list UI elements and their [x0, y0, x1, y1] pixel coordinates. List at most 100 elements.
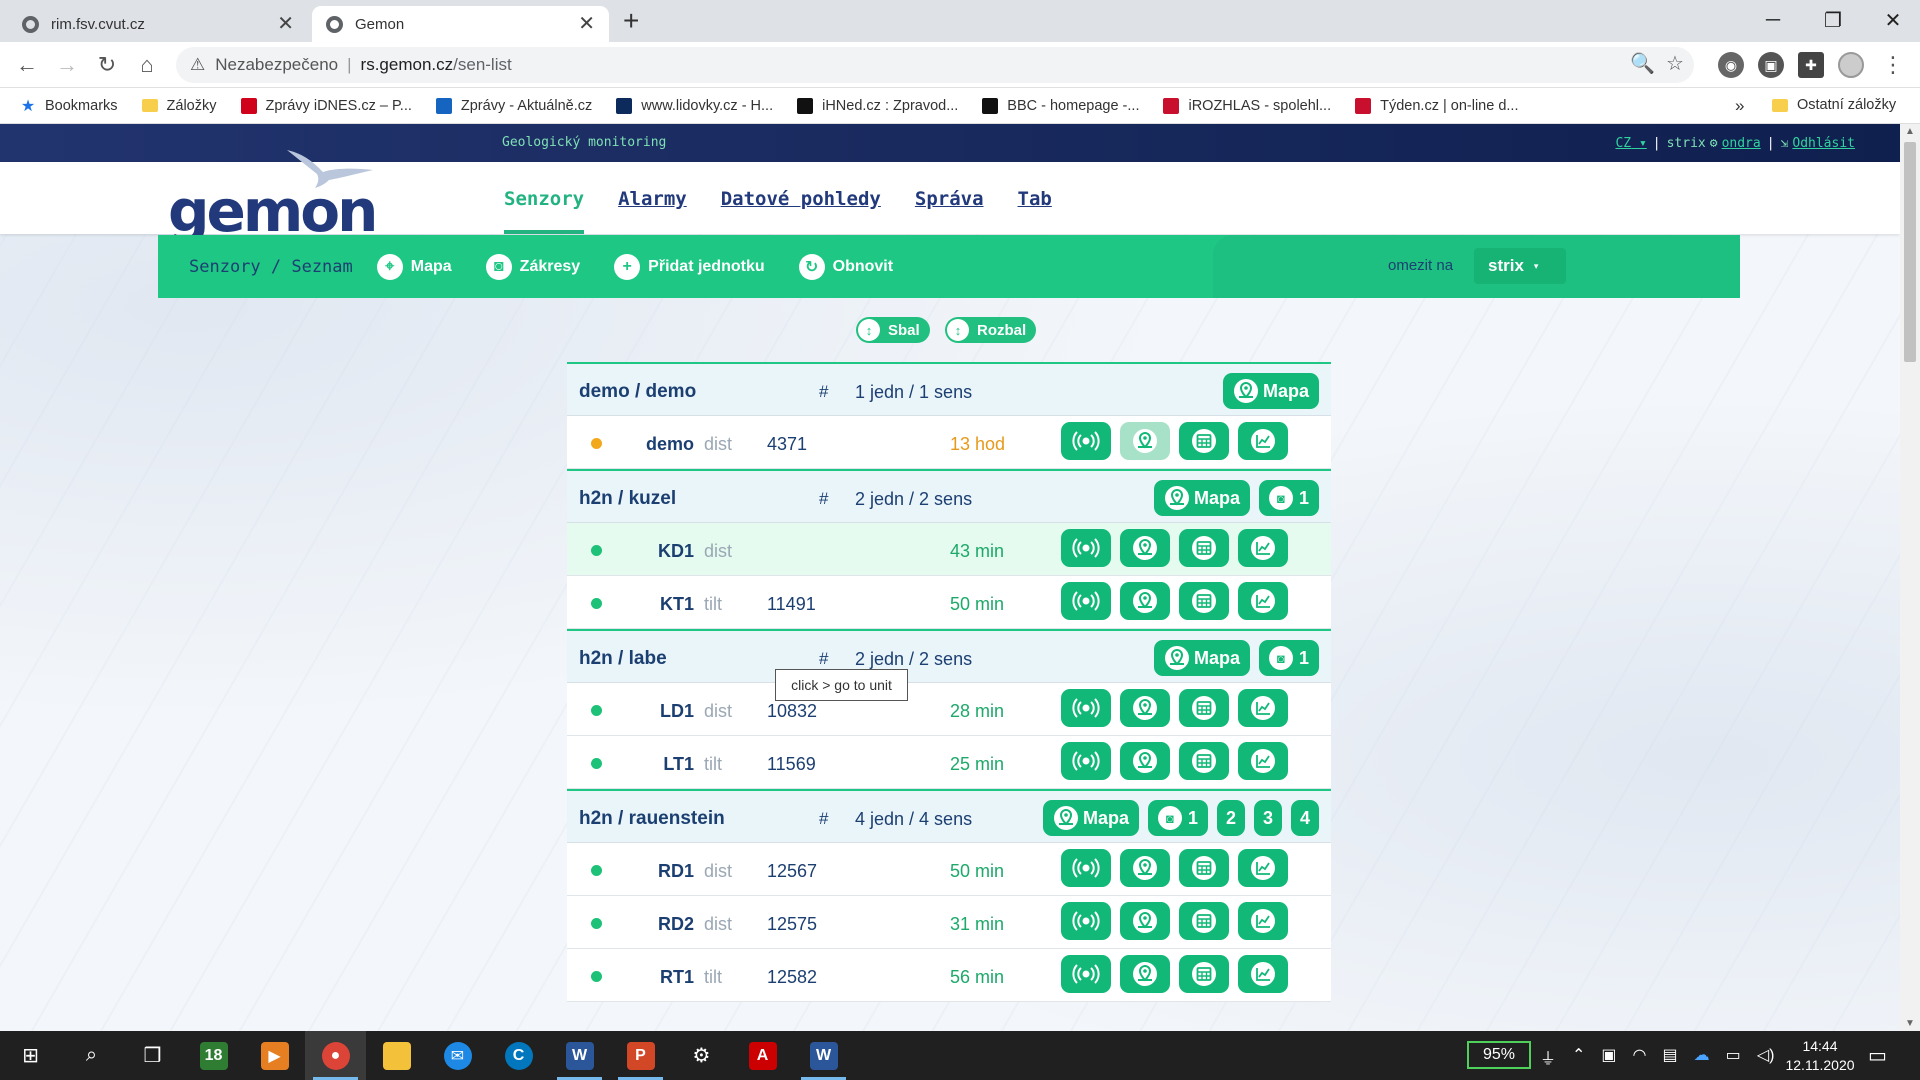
- forward-icon[interactable]: →: [52, 50, 82, 80]
- group-name[interactable]: h2n / labe: [579, 648, 667, 670]
- sensor-detail-button[interactable]: [1061, 902, 1111, 940]
- word-icon[interactable]: W: [549, 1031, 610, 1080]
- unit-name[interactable]: LD1: [660, 701, 694, 722]
- unit-name[interactable]: RT1: [660, 967, 694, 988]
- map-button[interactable]: [1120, 529, 1170, 567]
- chart-button[interactable]: [1238, 902, 1288, 940]
- group-header[interactable]: h2n / labe #2 jedn / 2 sens Mapa ◙ 1: [567, 629, 1331, 683]
- minimize-button[interactable]: ─: [1750, 4, 1796, 36]
- map-button[interactable]: ⌖ Mapa: [375, 252, 464, 282]
- maximize-button[interactable]: ❐: [1810, 4, 1856, 36]
- logout-link[interactable]: Odhlásit: [1792, 136, 1855, 151]
- table-button[interactable]: [1179, 955, 1229, 993]
- clock[interactable]: 14:44 12.11.2020: [1775, 1037, 1865, 1075]
- nav-správa[interactable]: Správa: [915, 162, 984, 234]
- window-close-button[interactable]: ✕: [1870, 4, 1916, 36]
- chart-button[interactable]: [1238, 742, 1288, 780]
- scroll-up-icon[interactable]: ▲: [1900, 126, 1920, 137]
- puzzle-icon[interactable]: ✚: [1798, 52, 1824, 78]
- add-unit-button[interactable]: + Přidat jednotku: [612, 252, 776, 282]
- media-app-icon[interactable]: ▶: [244, 1031, 305, 1080]
- drawing-button[interactable]: ◙ 1: [1258, 640, 1319, 676]
- table-row[interactable]: RT1 tilt 12582 56 min: [567, 949, 1331, 1002]
- unit-name[interactable]: KD1: [658, 541, 694, 562]
- extension-icon[interactable]: ◉: [1718, 52, 1744, 78]
- sensor-detail-button[interactable]: [1061, 689, 1111, 727]
- wifi-icon[interactable]: ◠: [1633, 1045, 1647, 1069]
- battery-indicator[interactable]: 95%: [1467, 1041, 1531, 1069]
- nav-tab[interactable]: Tab: [1018, 162, 1052, 234]
- ccleaner-icon[interactable]: C: [488, 1031, 549, 1080]
- search-icon[interactable]: ⌕: [61, 1031, 122, 1080]
- map-button[interactable]: [1120, 689, 1170, 727]
- drawing-button[interactable]: 2: [1217, 800, 1245, 836]
- task-view-icon[interactable]: ❒: [122, 1031, 183, 1080]
- bookmark-star-icon[interactable]: ☆: [1666, 51, 1684, 76]
- bookmark-item[interactable]: Týden.cz | on-line d...: [1355, 97, 1518, 114]
- zoom-icon[interactable]: 🔍: [1630, 51, 1655, 76]
- nav-alarmy[interactable]: Alarmy: [618, 162, 687, 234]
- security-label[interactable]: Nezabezpečeno: [215, 55, 338, 75]
- table-button[interactable]: [1179, 582, 1229, 620]
- bookmark-item[interactable]: iROZHLAS - spolehl...: [1163, 97, 1331, 114]
- table-button[interactable]: [1179, 902, 1229, 940]
- sensor-detail-button[interactable]: [1061, 582, 1111, 620]
- browser-tab-rim[interactable]: rim.fsv.cvut.cz ✕: [8, 6, 308, 42]
- url-text[interactable]: rs.gemon.cz/sen-list: [361, 55, 512, 75]
- plug-icon[interactable]: ⏚: [1540, 1045, 1556, 1069]
- chart-button[interactable]: [1238, 849, 1288, 887]
- drawing-button[interactable]: 4: [1291, 800, 1319, 836]
- chart-button[interactable]: [1238, 422, 1288, 460]
- sensor-detail-button[interactable]: [1061, 529, 1111, 567]
- table-button[interactable]: [1179, 689, 1229, 727]
- nav-datové-pohledy[interactable]: Datové pohledy: [721, 162, 881, 234]
- table-button[interactable]: [1179, 742, 1229, 780]
- network-icon[interactable]: ▤: [1663, 1045, 1678, 1069]
- drawing-button[interactable]: ◙ 1: [1147, 800, 1208, 836]
- nav-senzory[interactable]: Senzory: [504, 162, 585, 234]
- map-button[interactable]: [1120, 742, 1170, 780]
- unit-name[interactable]: LT1: [663, 754, 694, 775]
- chart-button[interactable]: [1238, 955, 1288, 993]
- map-button[interactable]: [1120, 582, 1170, 620]
- acrobat-icon[interactable]: A: [732, 1031, 793, 1080]
- windows-start-icon[interactable]: ⊞: [0, 1031, 61, 1080]
- profile-icon[interactable]: [1838, 52, 1864, 78]
- address-bar[interactable]: ⚠ Nezabezpečeno | rs.gemon.cz/sen-list 🔍…: [176, 47, 1694, 83]
- table-row[interactable]: RD2 dist 12575 31 min: [567, 896, 1331, 949]
- user-link[interactable]: ondra: [1722, 136, 1761, 151]
- table-button[interactable]: [1179, 422, 1229, 460]
- app-tray-icon[interactable]: ▣: [1601, 1045, 1616, 1069]
- group-name[interactable]: h2n / kuzel: [579, 488, 676, 510]
- extension-icon[interactable]: ▣: [1758, 52, 1784, 78]
- cloud-icon[interactable]: ☁: [1694, 1045, 1710, 1069]
- refresh-button[interactable]: ↻ Obnovit: [797, 252, 905, 282]
- bookmark-item[interactable]: ★ Bookmarks: [20, 98, 118, 115]
- group-map-button[interactable]: Mapa: [1153, 480, 1250, 516]
- volume-icon[interactable]: ◁): [1757, 1045, 1775, 1069]
- sensor-detail-button[interactable]: [1061, 849, 1111, 887]
- unit-name[interactable]: demo: [646, 434, 694, 455]
- group-header[interactable]: h2n / kuzel #2 jedn / 2 sens Mapa ◙ 1: [567, 469, 1331, 523]
- chart-button[interactable]: [1238, 582, 1288, 620]
- limit-select[interactable]: strix ▾: [1474, 248, 1566, 284]
- group-map-button[interactable]: Mapa: [1222, 373, 1319, 409]
- table-row[interactable]: KT1 tilt 11491 50 min: [567, 576, 1331, 629]
- group-header[interactable]: demo / demo #1 jedn / 1 sens Mapa: [567, 362, 1331, 416]
- close-icon[interactable]: ✕: [277, 14, 294, 34]
- group-map-button[interactable]: Mapa: [1042, 800, 1139, 836]
- bookmark-item[interactable]: Záložky: [141, 98, 217, 114]
- settings-icon[interactable]: ⚙: [671, 1031, 732, 1080]
- table-button[interactable]: [1179, 529, 1229, 567]
- reload-icon[interactable]: ↻: [92, 50, 122, 80]
- page-scrollbar[interactable]: ▲ ▼: [1900, 124, 1920, 1031]
- bookmark-item[interactable]: www.lidovky.cz - H...: [616, 97, 773, 114]
- group-map-button[interactable]: Mapa: [1153, 640, 1250, 676]
- bookmark-item[interactable]: Zprávy - Aktuálně.cz: [435, 97, 592, 114]
- word-icon[interactable]: W: [793, 1031, 854, 1080]
- calendar-app-icon[interactable]: 18: [183, 1031, 244, 1080]
- battery-icon[interactable]: ▭: [1726, 1045, 1741, 1069]
- chevron-up-icon[interactable]: ⌃: [1572, 1045, 1585, 1069]
- menu-icon[interactable]: ⋮: [1878, 50, 1908, 80]
- powerpoint-icon[interactable]: P: [610, 1031, 671, 1080]
